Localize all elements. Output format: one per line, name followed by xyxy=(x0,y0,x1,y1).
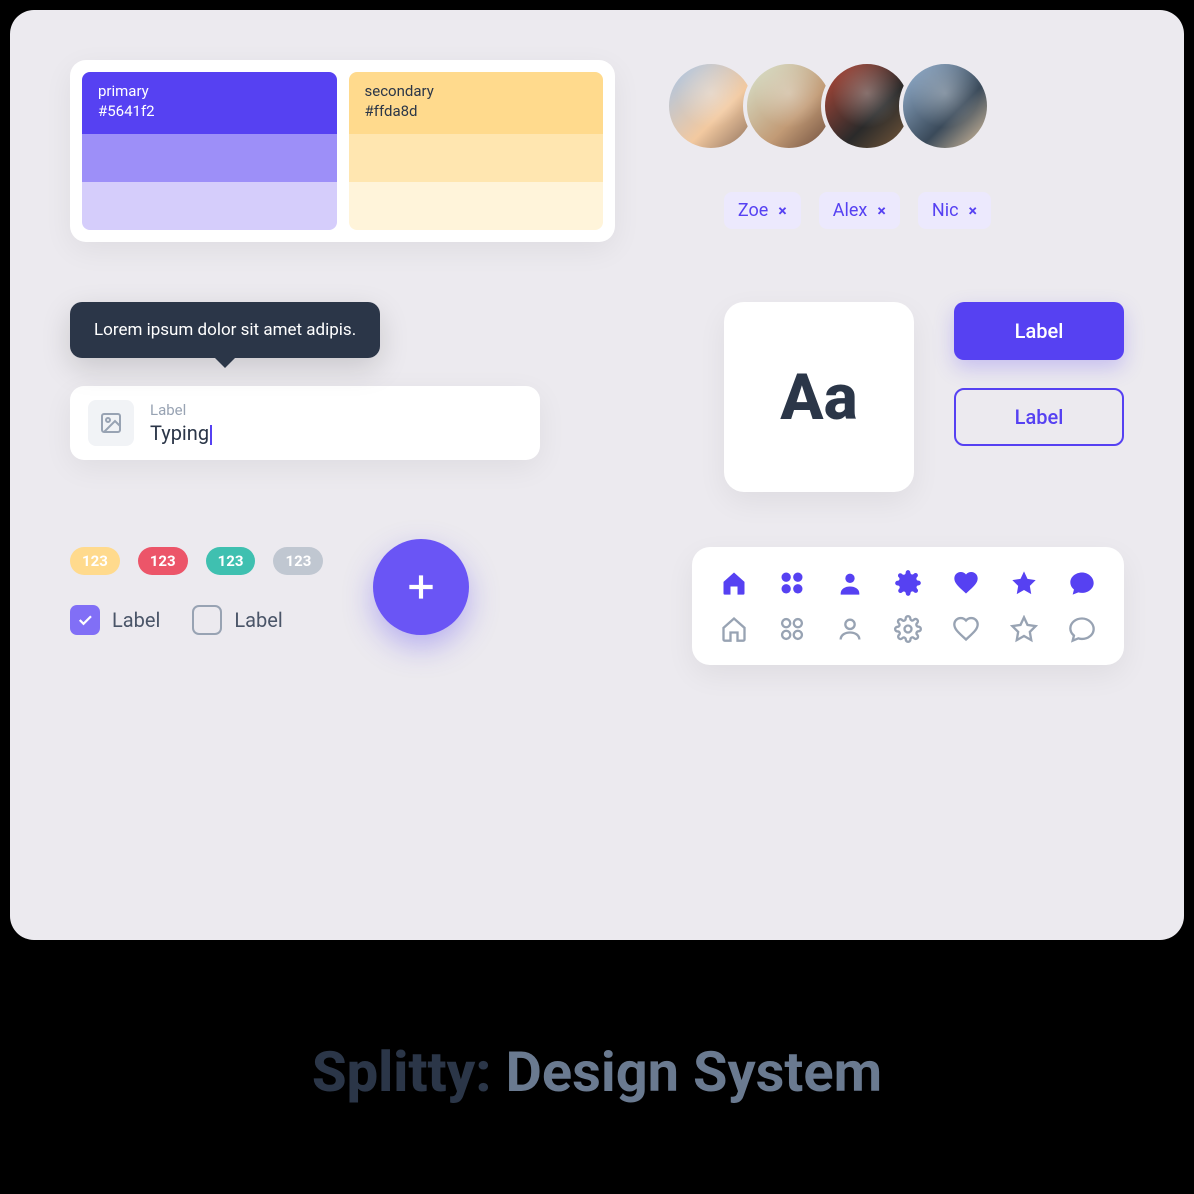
chip-group: Zoe × Alex × Nic × xyxy=(724,192,991,229)
user-icon xyxy=(836,569,864,597)
chat-icon xyxy=(1068,615,1096,643)
typography-card: Aa xyxy=(724,302,914,492)
star-icon xyxy=(1010,615,1038,643)
typography-sample: Aa xyxy=(780,360,857,435)
chip-zoe[interactable]: Zoe × xyxy=(724,192,801,229)
chip-label: Alex xyxy=(833,200,868,221)
tooltip: Lorem ipsum dolor sit amet adipis. xyxy=(70,302,380,358)
primary-button[interactable]: Label xyxy=(954,302,1124,360)
input-value: Typing xyxy=(150,421,522,445)
image-icon xyxy=(88,400,134,446)
badge-red: 123 xyxy=(138,547,188,575)
home-icon xyxy=(720,615,748,643)
grid-icon xyxy=(778,615,806,643)
chip-label: Zoe xyxy=(738,200,768,221)
secondary-swatch-column: secondary #ffda8d xyxy=(349,72,604,230)
outline-button[interactable]: Label xyxy=(954,388,1124,446)
tooltip-text: Lorem ipsum dolor sit amet adipis. xyxy=(94,320,356,340)
home-icon xyxy=(720,569,748,597)
avatar[interactable] xyxy=(899,60,991,152)
secondary-hex: #ffda8d xyxy=(365,102,588,122)
page-title: Splitty: Design System xyxy=(312,1039,882,1105)
check-icon xyxy=(70,605,100,635)
avatar-group xyxy=(665,60,991,152)
design-system-canvas: primary #5641f2 secondary #ffda8d xyxy=(10,10,1184,940)
title-brand: Splitty: xyxy=(312,1039,492,1105)
icon-row-solid xyxy=(720,569,1096,597)
star-icon xyxy=(1010,569,1038,597)
gear-icon xyxy=(894,569,922,597)
page-title-bar: Splitty: Design System xyxy=(0,950,1194,1194)
grid-icon xyxy=(778,569,806,597)
chip-nic[interactable]: Nic × xyxy=(918,192,991,229)
badge-group: 123 123 123 123 xyxy=(70,547,323,575)
secondary-tint-3 xyxy=(349,182,604,230)
primary-swatch-column: primary #5641f2 xyxy=(82,72,337,230)
chip-label: Nic xyxy=(932,200,959,221)
fab-add-button[interactable] xyxy=(373,539,469,635)
checkbox-empty-icon xyxy=(192,605,222,635)
text-cursor xyxy=(210,425,212,445)
secondary-tint-2 xyxy=(349,134,604,182)
plus-icon xyxy=(401,567,441,607)
icon-row-outline xyxy=(720,615,1096,643)
close-icon[interactable]: × xyxy=(877,201,886,220)
color-palette-card: primary #5641f2 secondary #ffda8d xyxy=(70,60,615,242)
checkbox-label: Label xyxy=(234,608,282,632)
badge-yellow: 123 xyxy=(70,547,120,575)
primary-label: primary xyxy=(98,82,321,102)
input-label: Label xyxy=(150,401,522,419)
primary-tint-2 xyxy=(82,134,337,182)
primary-tint-3 xyxy=(82,182,337,230)
heart-icon xyxy=(952,615,980,643)
button-label: Label xyxy=(1015,319,1064,343)
primary-swatch: primary #5641f2 xyxy=(82,72,337,134)
primary-hex: #5641f2 xyxy=(98,102,321,122)
title-rest: Design System xyxy=(505,1039,882,1105)
close-icon[interactable]: × xyxy=(969,201,978,220)
user-icon xyxy=(836,615,864,643)
close-icon[interactable]: × xyxy=(778,201,787,220)
secondary-swatch: secondary #ffda8d xyxy=(349,72,604,134)
badge-green: 123 xyxy=(206,547,256,575)
badge-grey: 123 xyxy=(273,547,323,575)
chip-alex[interactable]: Alex × xyxy=(819,192,900,229)
chat-icon xyxy=(1068,569,1096,597)
checkbox-label: Label xyxy=(112,608,160,632)
checkbox-unchecked[interactable]: Label xyxy=(192,605,282,635)
button-label: Label xyxy=(1015,405,1064,429)
secondary-label: secondary xyxy=(365,82,588,102)
text-input[interactable]: Label Typing xyxy=(70,386,540,460)
checkbox-checked[interactable]: Label xyxy=(70,605,160,635)
heart-icon xyxy=(952,569,980,597)
icon-set-card xyxy=(692,547,1124,665)
gear-icon xyxy=(894,615,922,643)
